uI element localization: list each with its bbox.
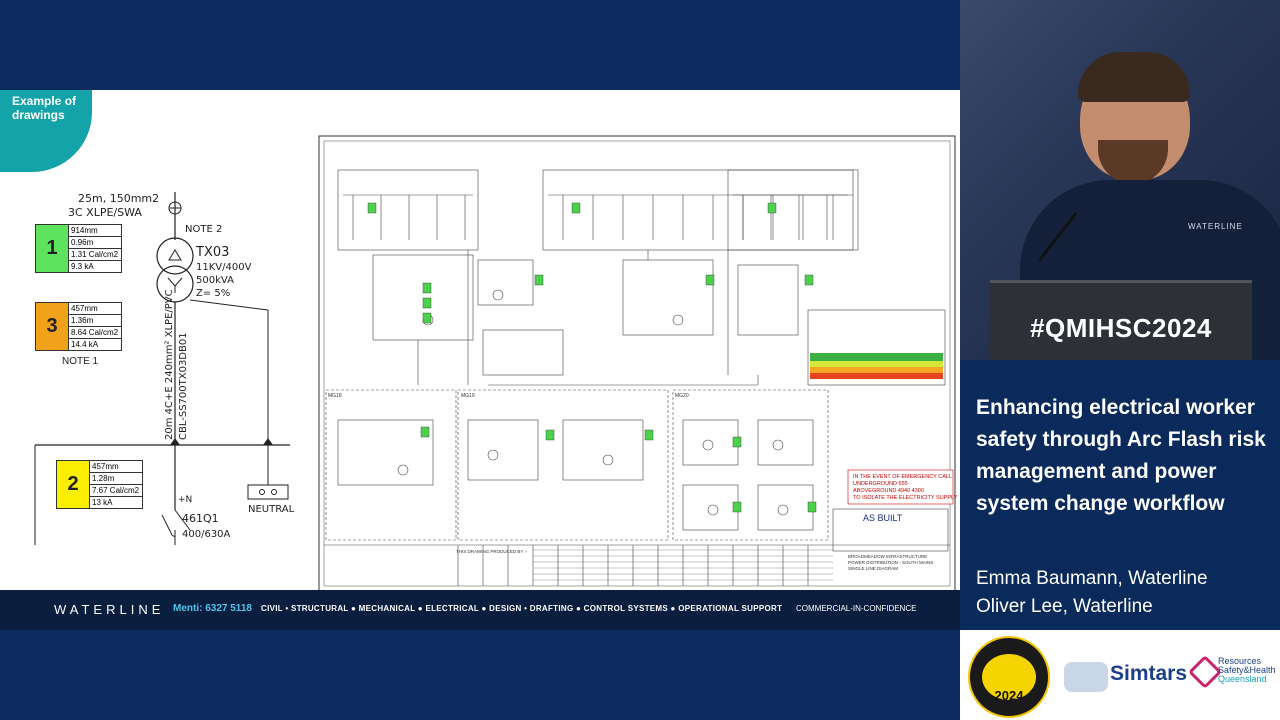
cable-top-label: 25m, 150mm2	[78, 192, 159, 205]
arc-flash-label: 3 457mm 1.36m 8.64 Cal/cm2 14.4 kA	[35, 302, 122, 351]
arc-flash-marker	[420, 426, 430, 438]
as-built-stamp: AS BUILT	[863, 513, 903, 523]
transformer-voltage: 11KV/400V	[196, 262, 252, 273]
note1-label: NOTE 1	[62, 356, 99, 367]
emergency-line-4: TO ISOLATE THE ELECTRICITY SUPPLY	[853, 495, 958, 501]
arc-flash-label-row: 9.3 kA	[71, 262, 94, 271]
arc-flash-marker	[807, 501, 817, 513]
arc-flash-label-row: 1.36m	[69, 315, 121, 327]
footer-brand: WATERLINE	[54, 602, 165, 617]
arc-flash-marker	[422, 312, 432, 324]
single-line-diagram: IN THE EVENT OF EMERGENCY CALL UNDERGROU…	[318, 135, 958, 590]
arc-flash-marker	[705, 274, 715, 286]
produced-by: THIS DRAWING PRODUCED BY :-	[456, 549, 528, 554]
footer-services: CIVIL • STRUCTURAL ● MECHANICAL ● ELECTR…	[261, 604, 783, 613]
arc-flash-marker	[732, 436, 742, 448]
rshq-logo: Resources Safety&Health Queensland	[1218, 657, 1276, 684]
arc-flash-label-number: 2	[57, 461, 90, 508]
bottom-band	[0, 630, 960, 720]
arc-flash-marker	[571, 202, 581, 214]
rshq-line-3: Queensland	[1218, 674, 1267, 684]
mg20-label: MG20	[675, 393, 689, 399]
mg18-label: MG18	[328, 393, 342, 399]
emergency-line-2: UNDERGROUND 555	[853, 481, 908, 487]
arc-flash-label-row: 1.31 Cal/cm2	[69, 249, 121, 261]
cable-vertical-label: 20m 4C+E 240mm² XLPE/PVC	[164, 289, 175, 440]
arc-flash-marker	[367, 202, 377, 214]
speaker-1: Emma Baumann, Waterline	[976, 568, 1208, 589]
arc-flash-marker	[767, 202, 777, 214]
arc-flash-label-row: 1.28m	[90, 473, 142, 485]
speaker-2: Oliver Lee, Waterline	[976, 596, 1153, 617]
arc-flash-label-row: 0.96m	[69, 237, 121, 249]
emergency-line-3: ABOVEGROUND 4940 4300	[853, 488, 924, 494]
note2-label: NOTE 2	[185, 224, 222, 235]
cable-vertical-label-2: CBL-SS700TX03DB01	[178, 332, 189, 440]
arc-flash-label: 2 457mm 1.28m 7.67 Cal/cm2 13 kA	[56, 460, 143, 509]
title-block-3: SINGLE LINE DIAGRAM	[848, 566, 898, 571]
qmihsc-year: 2024	[994, 688, 1024, 703]
arc-flash-label-number: 3	[36, 303, 69, 350]
arc-flash-marker	[422, 297, 432, 309]
confidential-label: COMMERCIAL-IN-CONFIDENCE	[796, 604, 917, 613]
arc-flash-label-row: 7.67 Cal/cm2	[90, 485, 142, 497]
transformer-impedance: Z= 5%	[196, 288, 230, 299]
arc-flash-label-row: 13 kA	[92, 498, 113, 507]
cable-top-label-2: 3C XLPE/SWA	[68, 206, 142, 219]
transformer-name: TX03	[195, 245, 229, 260]
podium: #QMIHSC2024	[990, 280, 1252, 363]
arc-flash-marker	[804, 274, 814, 286]
talk-info-panel: Enhancing electrical worker safety throu…	[960, 360, 1280, 630]
arc-flash-label-row: 14.4 kA	[71, 340, 99, 349]
arc-flash-label-number: 1	[36, 225, 69, 272]
arc-flash-marker	[644, 429, 654, 441]
arc-flash-marker	[732, 501, 742, 513]
speaker-hair	[1078, 52, 1190, 102]
presentation-slide: Example of drawings 25m, 150mm2 3C XLPE/…	[0, 90, 960, 590]
emergency-line-1: IN THE EVENT OF EMERGENCY CALL	[853, 474, 952, 480]
arc-flash-marker	[545, 429, 555, 441]
podium-hashtag: #QMIHSC2024	[1030, 313, 1212, 343]
breaker-rating: 400/630A	[182, 529, 231, 540]
transformer-rating: 500kVA	[196, 275, 234, 286]
arc-flash-marker	[422, 282, 432, 294]
breaker-label: 461Q1	[182, 512, 219, 525]
plus-n-label: +N	[178, 495, 192, 505]
talk-title: Enhancing electrical worker safety throu…	[976, 396, 1266, 515]
speaker-beard	[1098, 140, 1168, 184]
arc-flash-label-row: 8.64 Cal/cm2	[69, 327, 121, 339]
mg19-label: MG19	[461, 393, 475, 399]
menti-code: Menti: 6327 5118	[173, 603, 252, 614]
shirt-logo: WATERLINE	[1188, 222, 1243, 231]
qmihsc-logo: 2024	[968, 636, 1050, 718]
slide-footer: WATERLINE Menti: 6327 5118 CIVIL • STRUC…	[0, 590, 960, 630]
sponsor-logos: 2024 Simtars Resources Safety&Health Que…	[960, 630, 1280, 720]
arc-flash-table	[807, 309, 946, 386]
simtars-icon	[1064, 662, 1108, 692]
simtars-logo: Simtars	[1110, 662, 1188, 685]
title-block-1: BROADMEADOW INFRASTRUCTURE	[848, 554, 927, 559]
arc-flash-marker	[534, 274, 544, 286]
arc-flash-label: 1 914mm 0.96m 1.31 Cal/cm2 9.3 kA	[35, 224, 122, 273]
slide-top-band	[0, 0, 960, 90]
title-block-2: POWER DISTRIBUTION - SOUTH MAINS	[848, 560, 933, 565]
rshq-icon	[1188, 655, 1222, 689]
arc-flash-label-row: 914mm	[69, 225, 121, 237]
arc-flash-label-row: 457mm	[69, 303, 121, 315]
neutral-label: NEUTRAL	[248, 504, 295, 515]
arc-flash-label-row: 457mm	[90, 461, 142, 473]
